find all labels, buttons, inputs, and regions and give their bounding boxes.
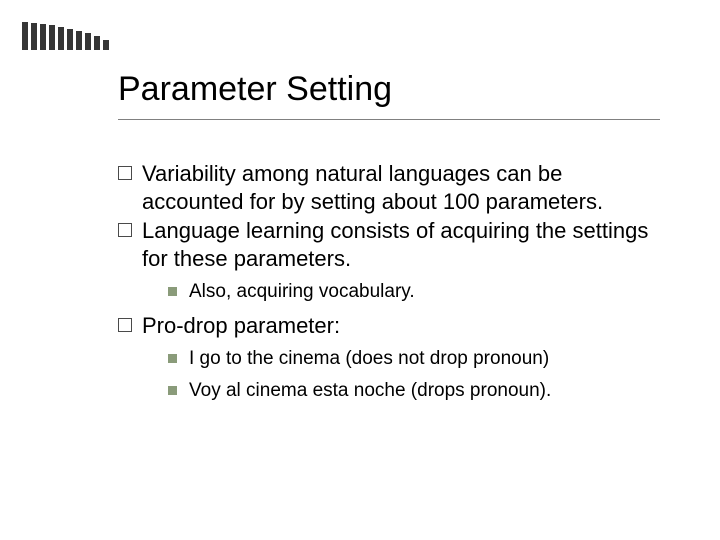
- bullet-3-sub-2-text: Voy al cinema esta noche (drops pronoun)…: [189, 379, 551, 403]
- slide-content: Variability among natural languages can …: [118, 160, 660, 403]
- title-divider: [118, 119, 660, 120]
- bullet-3-sub-1-text: I go to the cinema (does not drop pronou…: [189, 347, 549, 371]
- bullet-1: Variability among natural languages can …: [118, 160, 660, 215]
- bullet-1-text: Variability among natural languages can …: [142, 160, 660, 215]
- bullet-3: Pro-drop parameter:: [118, 312, 660, 340]
- bullet-3-sub-2: Voy al cinema esta noche (drops pronoun)…: [168, 379, 660, 403]
- square-subbullet-icon: [168, 386, 177, 395]
- bullet-2: Language learning consists of acquiring …: [118, 217, 660, 272]
- bullet-2-sub-1: Also, acquiring vocabulary.: [168, 280, 660, 304]
- bullet-3-sub-1: I go to the cinema (does not drop pronou…: [168, 347, 660, 371]
- bullet-2-text: Language learning consists of acquiring …: [142, 217, 660, 272]
- square-subbullet-icon: [168, 354, 177, 363]
- bullet-2-sub-1-text: Also, acquiring vocabulary.: [189, 280, 415, 304]
- square-bullet-icon: [118, 166, 132, 180]
- square-bullet-icon: [118, 318, 132, 332]
- bullet-3-text: Pro-drop parameter:: [142, 312, 340, 340]
- square-bullet-icon: [118, 223, 132, 237]
- square-subbullet-icon: [168, 287, 177, 296]
- decorative-bars: [22, 22, 109, 50]
- slide: Parameter Setting Variability among natu…: [0, 0, 720, 540]
- slide-title: Parameter Setting: [118, 70, 660, 109]
